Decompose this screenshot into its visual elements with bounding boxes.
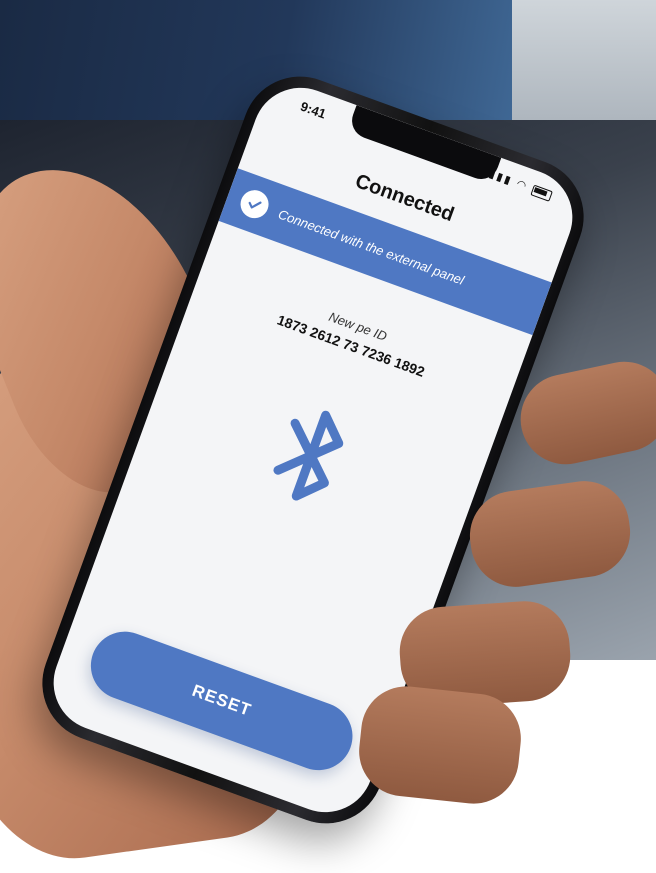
check-icon	[236, 186, 273, 223]
battery-icon	[530, 184, 554, 202]
hand-finger	[354, 681, 526, 809]
wifi-icon: ◠	[514, 177, 530, 194]
bluetooth-icon	[273, 410, 344, 501]
status-time: 9:41	[298, 98, 329, 122]
background-light-panel	[512, 0, 656, 120]
